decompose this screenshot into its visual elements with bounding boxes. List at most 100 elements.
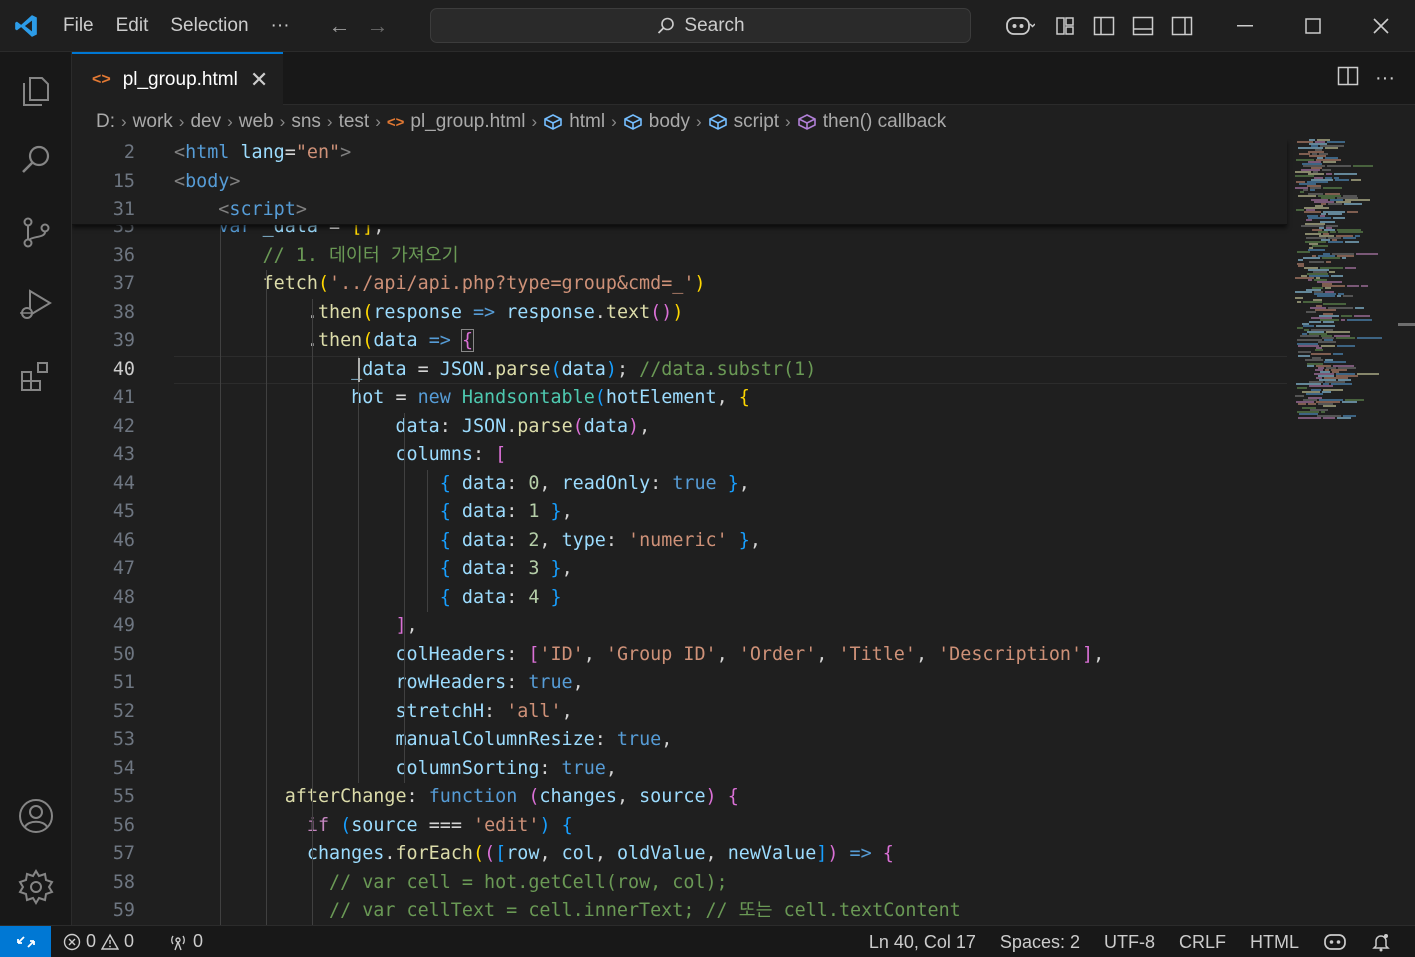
breadcrumb-web[interactable]: web [239, 111, 274, 133]
customize-layout-icon[interactable] [1045, 0, 1084, 52]
code-line[interactable]: 51 rowHeaders: true, [72, 669, 1287, 698]
minimap-line [1344, 203, 1362, 205]
problems-indicator[interactable]: 0 0 [51, 931, 146, 952]
code-line[interactable]: 56 if (source === 'edit') { [72, 812, 1287, 841]
manage-gear-icon[interactable] [0, 852, 72, 922]
minimap-line [1309, 321, 1321, 323]
code-editor[interactable]: 35 var _data = []; 36 // 1. 데이터 가져오기 37 fe… [72, 139, 1415, 925]
minimap[interactable] [1287, 139, 1415, 925]
breadcrumb-body[interactable]: body [649, 111, 690, 133]
ports-count: 0 [193, 931, 204, 951]
code-line[interactable]: 42 data: JSON.parse(data), [72, 413, 1287, 442]
minimap-line [1354, 315, 1370, 317]
back-arrow-icon[interactable]: ← [321, 13, 359, 39]
encoding[interactable]: UTF-8 [1092, 932, 1167, 953]
code-line[interactable]: 36 // 1. 데이터 가져오기 [72, 242, 1287, 271]
symbol-element-icon [543, 113, 563, 131]
minimap-line [1342, 401, 1357, 403]
code-line[interactable]: 45 { data: 1 }, [72, 498, 1287, 527]
minimap-line [1311, 353, 1331, 355]
code-line[interactable]: 55 afterChange: function (changes, sourc… [72, 783, 1287, 812]
toggle-secondary-sidebar-icon[interactable] [1162, 0, 1201, 52]
menu-file[interactable]: File [52, 8, 105, 44]
extensions-icon[interactable] [0, 342, 72, 412]
tab-label: pl_group.html [122, 68, 238, 90]
chevron-right-icon: › [695, 112, 702, 131]
minimap-line [1341, 319, 1345, 321]
minimize-icon[interactable] [1211, 0, 1279, 52]
menu-more[interactable]: ··· [260, 8, 301, 44]
remote-indicator-icon[interactable] [0, 925, 51, 957]
minimap-line [1295, 291, 1312, 293]
close-icon[interactable]: ✕ [250, 67, 268, 93]
minimap-line [1321, 411, 1325, 413]
code-line[interactable]: 59 // var cellText = cell.innerText; // … [72, 897, 1287, 925]
copilot-status-icon[interactable] [1311, 932, 1359, 952]
maximize-icon[interactable] [1279, 0, 1347, 52]
toggle-primary-sidebar-icon[interactable] [1084, 0, 1123, 52]
code-line[interactable]: 47 { data: 3 }, [72, 555, 1287, 584]
notifications-bell-icon[interactable] [1359, 932, 1403, 952]
tab-pl-group-html[interactable]: <> pl_group.html ✕ [72, 52, 283, 105]
indentation[interactable]: Spaces: 2 [988, 932, 1092, 953]
code-line[interactable]: 50 colHeaders: ['ID', 'Group ID', 'Order… [72, 641, 1287, 670]
code-line[interactable]: 53 manualColumnResize: true, [72, 726, 1287, 755]
code-line[interactable]: 49 ], [72, 612, 1287, 641]
sticky-line[interactable]: 2 <html lang="en"> [72, 139, 1287, 168]
minimap-line [1337, 345, 1355, 347]
split-editor-icon[interactable] [1337, 66, 1359, 91]
breadcrumb-sns[interactable]: sns [291, 111, 321, 133]
code-line[interactable]: 54 columnSorting: true, [72, 755, 1287, 784]
code-line[interactable]: 40 _data = JSON.parse(data); //data.subs… [72, 356, 1287, 385]
accounts-icon[interactable] [0, 781, 72, 851]
scrollbar-position-marker[interactable] [1398, 323, 1415, 326]
end-of-line[interactable]: CRLF [1167, 932, 1238, 953]
sticky-scroll[interactable]: 2 <html lang="en"> 15 <body> 31 <script> [72, 139, 1287, 225]
breadcrumb-drive[interactable]: D: [96, 111, 115, 133]
code-line[interactable]: 41 hot = new Handsontable(hotElement, { [72, 384, 1287, 413]
code-line[interactable]: 39 .then(data => { [72, 327, 1287, 356]
code-line[interactable]: 57 changes.forEach(([row, col, oldValue,… [72, 840, 1287, 869]
copilot-icon[interactable] [995, 0, 1045, 52]
cursor-position[interactable]: Ln 40, Col 17 [857, 932, 988, 953]
code-line[interactable]: 58 // var cell = hot.getCell(row, col); [72, 869, 1287, 898]
code-line[interactable]: 48 { data: 4 } [72, 584, 1287, 613]
sticky-line[interactable]: 15 <body> [72, 168, 1287, 197]
code-line[interactable]: 43 columns: [ [72, 441, 1287, 470]
forward-arrow-icon[interactable]: → [359, 13, 397, 39]
breadcrumb-callback[interactable]: then() callback [823, 111, 947, 133]
minimap-line [1323, 417, 1335, 419]
line-number: 46 [112, 529, 135, 551]
breadcrumb-script[interactable]: script [734, 111, 779, 133]
menu-edit[interactable]: Edit [105, 8, 160, 44]
code-text: .then(response => response.text()) [307, 301, 684, 323]
ports-indicator[interactable]: 0 [156, 931, 215, 952]
language-mode[interactable]: HTML [1238, 932, 1311, 953]
explorer-icon[interactable] [0, 55, 72, 125]
breadcrumb-work[interactable]: work [133, 111, 173, 133]
line-number: 49 [112, 615, 135, 636]
source-control-icon[interactable] [0, 197, 72, 267]
line-number: 57 [112, 843, 135, 864]
line-number: 44 [112, 472, 135, 494]
search-icon[interactable] [0, 125, 72, 195]
close-window-icon[interactable] [1347, 0, 1415, 52]
toggle-panel-icon[interactable] [1123, 0, 1162, 52]
code-line[interactable]: 46 { data: 2, type: 'numeric' }, [72, 527, 1287, 556]
minimap-line [1298, 403, 1306, 405]
code-line[interactable]: 52 stretchH: 'all', [72, 698, 1287, 727]
code-line[interactable]: 38 .then(response => response.text()) [72, 299, 1287, 328]
code-text: if (source === 'edit') { [306, 814, 573, 836]
sticky-line[interactable]: 31 <script> [72, 196, 1287, 225]
menu-selection[interactable]: Selection [159, 8, 259, 44]
breadcrumb-dev[interactable]: dev [190, 111, 221, 133]
command-center-search[interactable]: Search [430, 8, 971, 43]
run-debug-icon[interactable] [0, 269, 72, 339]
more-actions-icon[interactable]: ··· [1375, 67, 1395, 90]
breadcrumb-test[interactable]: test [339, 111, 370, 133]
breadcrumb-file[interactable]: pl_group.html [410, 111, 525, 133]
line-number: 58 [112, 871, 135, 893]
code-line[interactable]: 44 { data: 0, readOnly: true }, [72, 470, 1287, 499]
breadcrumb-html[interactable]: html [569, 111, 605, 133]
code-line[interactable]: 37 fetch('../api/api.php?type=group&cmd=… [72, 270, 1287, 299]
